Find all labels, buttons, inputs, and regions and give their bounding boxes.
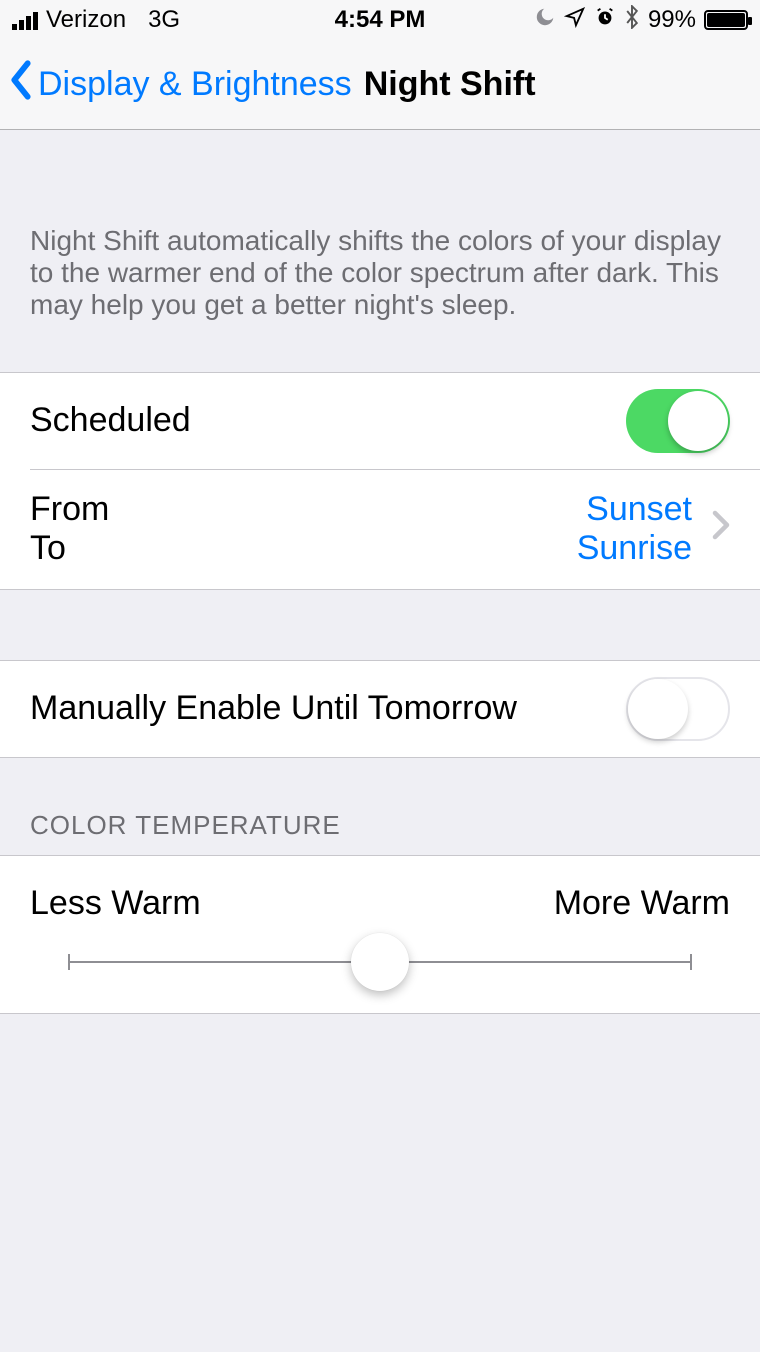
battery-pct: 99% (648, 6, 696, 34)
alarm-icon (594, 6, 616, 35)
schedule-range-row[interactable]: From To Sunset Sunrise (30, 469, 760, 589)
color-temp-header: COLOR TEMPERATURE (0, 758, 760, 855)
manual-group: Manually Enable Until Tomorrow (0, 660, 760, 758)
scheduled-label: Scheduled (30, 401, 191, 440)
intro-text: Night Shift automatically shifts the col… (0, 130, 760, 372)
manual-row: Manually Enable Until Tomorrow (0, 661, 760, 757)
color-temp-cell: Less Warm More Warm (0, 855, 760, 1014)
less-warm-label: Less Warm (30, 884, 201, 923)
slider-thumb[interactable] (351, 933, 409, 991)
navbar: Display & Brightness Night Shift (0, 40, 760, 130)
from-label: From (30, 490, 109, 529)
scheduled-row: Scheduled (0, 373, 760, 469)
manual-label: Manually Enable Until Tomorrow (30, 689, 517, 728)
back-label: Display & Brightness (38, 65, 352, 104)
network-label: 3G (148, 6, 180, 34)
manual-toggle[interactable] (626, 677, 730, 741)
from-value: Sunset (586, 490, 692, 529)
scheduled-group: Scheduled From To Sunset Sunrise (0, 372, 760, 590)
to-value: Sunrise (577, 529, 692, 568)
moon-icon (534, 6, 556, 35)
back-button[interactable]: Display & Brightness (8, 60, 352, 109)
more-warm-label: More Warm (554, 884, 730, 923)
chevron-left-icon (8, 60, 34, 109)
battery-icon (704, 10, 748, 30)
scheduled-toggle[interactable] (626, 389, 730, 453)
page-title: Night Shift (364, 65, 536, 104)
bluetooth-icon (624, 5, 640, 36)
to-label: To (30, 529, 109, 568)
chevron-right-icon (712, 510, 730, 549)
location-icon (564, 6, 586, 35)
color-temp-slider[interactable] (68, 961, 692, 963)
status-bar: Verizon 3G 4:54 PM 99% (0, 0, 760, 40)
signal-icon (12, 10, 38, 30)
carrier-label: Verizon (46, 6, 126, 34)
